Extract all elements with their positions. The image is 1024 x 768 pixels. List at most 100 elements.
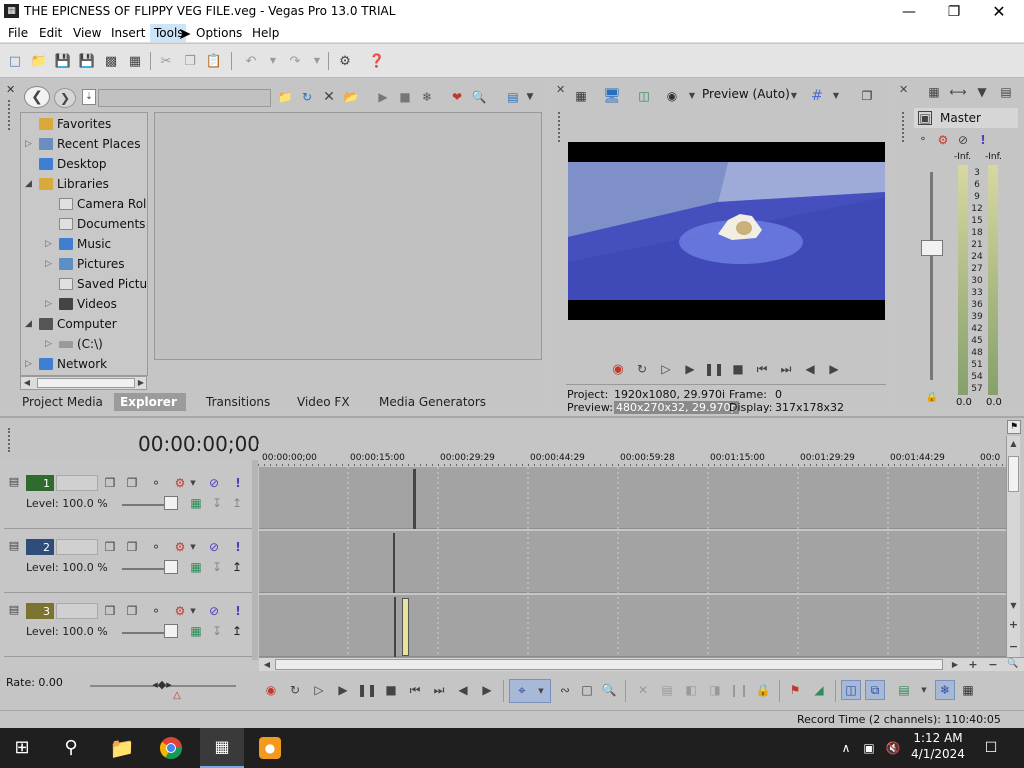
expand-icon[interactable]: ▷	[45, 239, 59, 249]
track-motion-icon[interactable]: ❒	[102, 539, 118, 555]
clock-date[interactable]: 4/1/2024	[910, 747, 966, 761]
tree-item-network[interactable]: ▷ Network	[25, 355, 107, 373]
views-icon[interactable]: ▤	[504, 89, 522, 105]
auto-crossfade-icon[interactable]: ⧉	[865, 680, 885, 700]
delete-icon[interactable]: ✕	[635, 682, 651, 698]
collapse-icon[interactable]: ◢	[25, 179, 39, 189]
new-project-icon[interactable]: □	[6, 53, 24, 69]
tab-explorer[interactable]: Explorer	[114, 393, 186, 411]
tree-item-videos[interactable]: ▷ Videos	[45, 295, 117, 313]
track-lane-2[interactable]	[259, 531, 1006, 593]
generated-media-icon[interactable]: ▦	[188, 495, 204, 511]
zoom-in-icon[interactable]: +	[1007, 618, 1020, 630]
zoom-out-icon[interactable]: −	[1007, 640, 1020, 652]
mixer-properties-icon[interactable]: ▦	[926, 84, 942, 100]
close-icon[interactable]: ✕	[976, 0, 1022, 23]
track-motion-icon[interactable]: ❒	[102, 475, 118, 491]
generated-media-icon[interactable]: ▦	[188, 559, 204, 575]
scroll-left-icon[interactable]: ◀	[261, 659, 273, 670]
clock-time[interactable]: 1:12 AM	[912, 731, 964, 745]
tree-item-pictures[interactable]: ▷ Pictures	[45, 255, 125, 273]
views-dropdown-icon[interactable]: ▼	[524, 89, 536, 105]
forward-icon[interactable]: ❯	[54, 88, 76, 108]
vegas-taskbar-icon[interactable]: ▦	[200, 728, 244, 768]
trim-icon[interactable]: ▤	[659, 682, 675, 698]
play-icon[interactable]: ▶	[682, 361, 698, 377]
insert-marker-icon[interactable]: ⚑	[787, 682, 803, 698]
maximize-icon[interactable]: ❐	[931, 0, 977, 23]
notification-center-icon[interactable]: ☐	[980, 738, 1002, 758]
timecode-display[interactable]: 00:00:00;00	[138, 432, 260, 456]
chevron-down-icon[interactable]: ▼	[919, 682, 929, 698]
tree-item-favorites[interactable]: Favorites	[25, 115, 111, 133]
redo-icon[interactable]: ↷	[286, 53, 304, 69]
preview-mode-label[interactable]: Preview (Auto)	[702, 87, 790, 101]
auto-ripple-icon[interactable]: ◫	[841, 680, 861, 700]
menu-edit[interactable]: Edit	[39, 26, 62, 40]
next-frame-icon[interactable]: ▶	[826, 361, 842, 377]
timeline-vertical-scrollbar[interactable]: ▲ ▼ + −	[1006, 436, 1020, 658]
generated-media-icon[interactable]: ▦	[188, 623, 204, 639]
scroll-thumb[interactable]	[275, 659, 943, 670]
play-from-start-icon[interactable]: ▷	[658, 361, 674, 377]
chevron-down-icon[interactable]: ▼	[188, 475, 198, 491]
paste-icon[interactable]: 📋	[205, 53, 223, 69]
video-event[interactable]	[394, 597, 396, 657]
zoom-tool-icon[interactable]: 🔍	[1007, 659, 1019, 670]
level-slider-handle[interactable]	[164, 560, 178, 574]
menu-view[interactable]: View	[73, 26, 101, 40]
preview-quality-icon[interactable]: ◉	[662, 88, 682, 104]
tree-item-camera-roll[interactable]: Camera Roll	[45, 195, 147, 213]
pause-icon[interactable]: ❚❚	[357, 682, 377, 698]
zoom-out-icon[interactable]: −	[987, 659, 999, 670]
volume-muted-icon[interactable]: 🔇	[884, 738, 902, 758]
mixer-view-icon[interactable]: ▤	[998, 84, 1014, 100]
back-icon[interactable]: ❮	[24, 86, 50, 108]
copy-icon[interactable]: ❐	[181, 53, 199, 69]
go-to-end-icon[interactable]: ⏭	[431, 682, 447, 698]
auto-preview-icon[interactable]: ❄	[418, 89, 436, 105]
level-slider-handle[interactable]	[164, 624, 178, 638]
collapse-icon[interactable]: ◢	[25, 319, 39, 329]
timeline-ruler[interactable]: 00:00:00;00 00:00:15:00 00:00:29:29 00:0…	[258, 444, 1006, 466]
go-to-start-icon[interactable]: ⏮	[754, 361, 770, 377]
chrome-icon[interactable]	[156, 734, 186, 762]
go-to-start-icon[interactable]: ⏮	[407, 682, 423, 698]
master-volume-fader[interactable]	[921, 240, 943, 256]
stop-icon[interactable]: ■	[730, 361, 746, 377]
tab-media-generators[interactable]: Media Generators	[373, 395, 492, 409]
parent-child-icon[interactable]: ⚬	[148, 603, 164, 619]
up-folder-icon[interactable]: 📁	[276, 89, 294, 105]
track-motion-icon[interactable]: ❒	[102, 603, 118, 619]
snapping-icon[interactable]: ▤	[895, 682, 913, 698]
lock-envelopes-icon[interactable]: ❄	[935, 680, 955, 700]
app-orange-icon[interactable]: ●	[256, 736, 284, 760]
track-header-2[interactable]: ▤ 2 ❒ ❐ ⚬ ⚙ ▼ ⊘ ! Level: 100.0 % ▦ ↧ ↥	[4, 531, 252, 593]
trim-start-icon[interactable]: ◧	[683, 682, 699, 698]
tree-item-drive-c[interactable]: ▷ (C:\)	[45, 335, 103, 353]
scroll-down-icon[interactable]: ▼	[1007, 600, 1020, 612]
track-fx-icon[interactable]: ⚙	[172, 539, 188, 555]
track-divider[interactable]	[252, 460, 258, 660]
compositing-mode-icon[interactable]: ❐	[124, 539, 140, 555]
track-lane-1[interactable]	[259, 467, 1006, 529]
panel-grip[interactable]	[8, 100, 12, 130]
track-header-3[interactable]: ▤ 3 ❒ ❐ ⚬ ⚙ ▼ ⊘ ! Level: 100.0 % ▦ ↧ ↥	[4, 595, 252, 657]
loop-playback-icon[interactable]: ↻	[634, 361, 650, 377]
tree-horizontal-scrollbar[interactable]: ◀ ▶	[20, 376, 147, 390]
parent-child-icon[interactable]: ⚬	[148, 539, 164, 555]
track-fx-icon[interactable]: ⚙	[172, 475, 188, 491]
menu-options[interactable]: Options	[196, 26, 242, 40]
solo-icon[interactable]: !	[230, 603, 246, 619]
track-collapse-icon[interactable]: ▤	[7, 537, 21, 553]
tree-item-computer[interactable]: ◢ Computer	[25, 315, 117, 333]
insert-region-icon[interactable]: ◢	[811, 682, 827, 698]
redo-dropdown-icon[interactable]: ▼	[308, 53, 326, 69]
file-explorer-icon[interactable]: 📁	[106, 736, 138, 760]
play-icon[interactable]: ▶	[335, 682, 351, 698]
automation-icon[interactable]: ↥	[230, 623, 244, 639]
track-collapse-icon[interactable]: ▤	[7, 473, 21, 489]
mute-icon[interactable]: ⊘	[206, 539, 222, 555]
solo-icon[interactable]: !	[976, 133, 990, 147]
get-media-icon[interactable]: 🔍	[470, 89, 488, 105]
